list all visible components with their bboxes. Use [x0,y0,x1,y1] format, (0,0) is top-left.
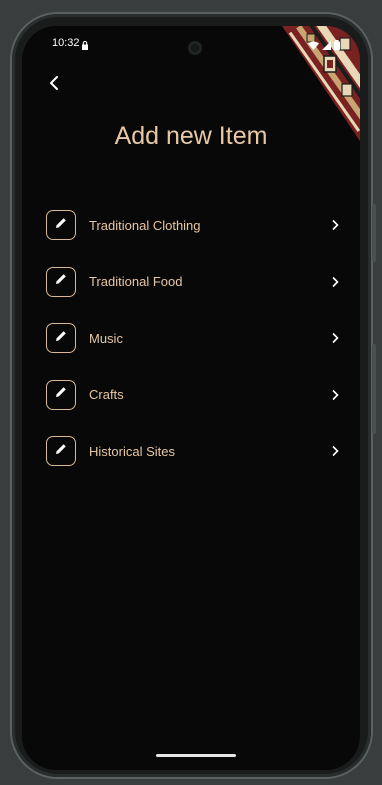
list-item-historical-sites[interactable]: Historical Sites [46,423,342,480]
edit-icon-box [46,210,76,241]
power-button [372,344,376,434]
battery-icon [334,37,340,55]
chevron-right-icon [328,332,342,344]
list-item-music[interactable]: Music [46,310,342,367]
edit-icon-box [46,436,76,467]
pencil-icon [54,272,68,291]
pencil-icon [54,329,68,348]
list-item-label: Traditional Clothing [89,217,201,233]
pencil-icon [54,442,68,461]
front-camera [188,41,202,55]
list-item-crafts[interactable]: Crafts [46,367,342,424]
chevron-right-icon [328,445,342,457]
back-button[interactable] [42,73,66,97]
signal-icon [322,37,331,55]
lock-icon [82,37,88,55]
list-item-traditional-food[interactable]: Traditional Food [46,254,342,311]
chevron-right-icon [328,276,342,288]
status-time: 10:32 [52,37,80,49]
chevron-right-icon [328,219,342,231]
status-icons [308,37,340,55]
edit-icon-box [46,323,76,354]
edit-icon-box [46,266,76,297]
category-list: Traditional Clothing Traditional Food Mu… [46,197,342,480]
volume-button [372,204,376,262]
edit-icon-box [46,379,76,410]
app-screen: 10:32 Add new Item Traditional Clothing … [22,26,360,770]
list-item-label: Crafts [89,387,124,403]
list-item-label: Traditional Food [89,274,183,290]
list-item-traditional-clothing[interactable]: Traditional Clothing [46,197,342,254]
pencil-icon [54,385,68,404]
chevron-right-icon [328,389,342,401]
pencil-icon [54,216,68,235]
list-item-label: Historical Sites [89,443,175,459]
chevron-left-icon [48,75,60,96]
wifi-icon [308,37,319,55]
home-indicator[interactable] [156,754,236,757]
list-item-label: Music [89,330,123,346]
